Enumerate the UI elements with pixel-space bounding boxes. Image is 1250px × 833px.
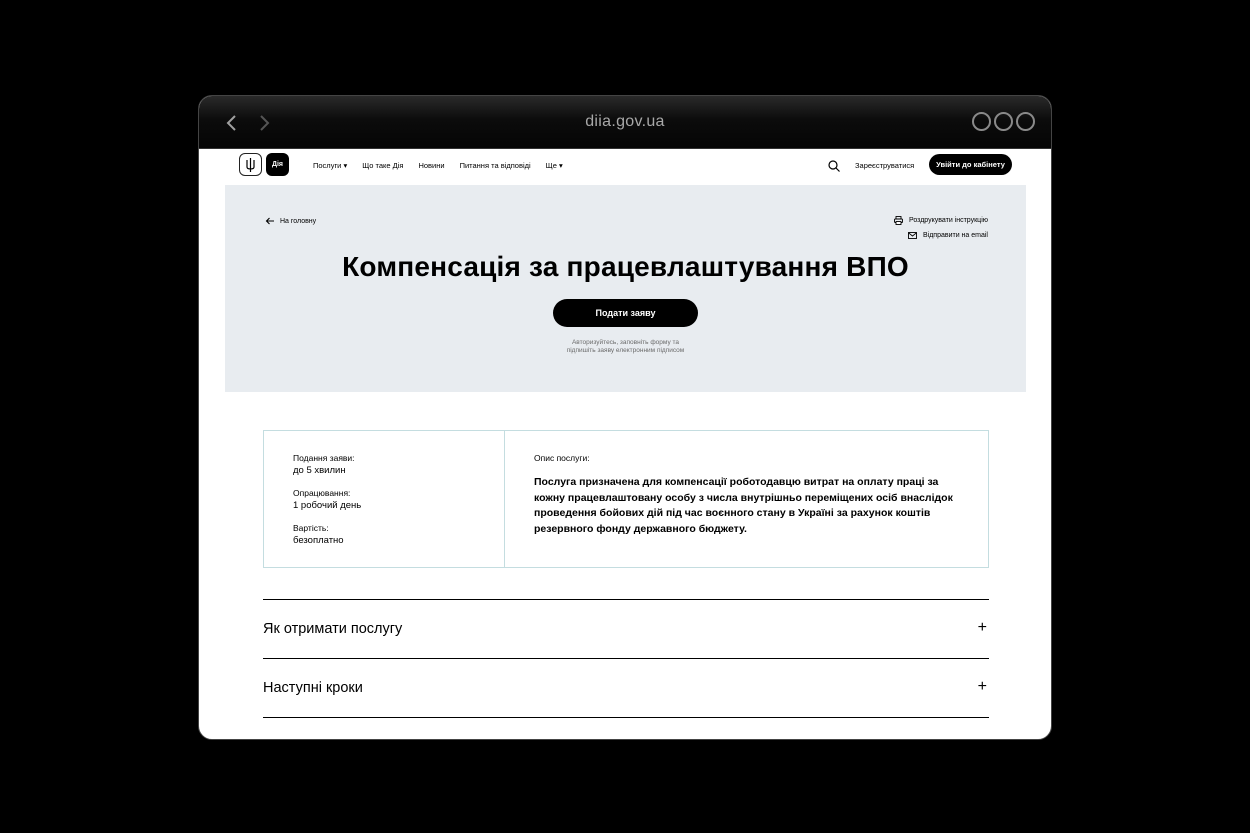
service-description: Опис послуги: Послуга призначена для ком…: [505, 431, 988, 567]
page-title: Компенсація за працевлаштування ВПО: [342, 251, 909, 282]
register-link[interactable]: Зареєструватися: [855, 161, 914, 170]
accordion-title: Наступні кроки: [263, 680, 363, 696]
accordion-title: Як отримати послугу: [263, 621, 403, 637]
apply-hint: Авторизуйтесь, заповніть форму та підпиш…: [225, 339, 1026, 355]
menu-item-faq[interactable]: Питання та відповіді: [460, 161, 531, 170]
hero-section: На головну Роздрукувати інструкцію Відпр…: [225, 185, 1026, 392]
accordion-next-steps[interactable]: Наступні кроки +: [263, 658, 989, 717]
apply-hint-line-2: підпишіть заяву електронним підписом: [566, 347, 685, 354]
window-control-button[interactable]: [994, 112, 1013, 131]
window-controls: [972, 112, 1035, 131]
diia-logo[interactable]: Дія: [266, 153, 289, 176]
envelope-icon: [908, 232, 917, 239]
send-email-link[interactable]: Відправити на email: [894, 228, 988, 243]
service-info-box: Подання заяви: до 5 хвилин Опрацювання: …: [263, 430, 989, 568]
menu-item-news[interactable]: Новини: [418, 161, 444, 170]
printer-icon: [894, 216, 903, 225]
trident-logo-icon[interactable]: [239, 153, 262, 176]
description-text: Послуга призначена для компенсації робот…: [534, 476, 953, 535]
menu-item-about[interactable]: Що таке Дія: [362, 161, 403, 170]
plus-icon[interactable]: +: [978, 620, 987, 636]
accordion-divider: [263, 717, 989, 718]
fact-label: Опрацювання:: [293, 488, 351, 498]
web-page: Дія Послуги ▾ Що таке Дія Новини Питання…: [225, 149, 1026, 739]
fact-value: до 5 хвилин: [293, 465, 346, 476]
address-bar[interactable]: diia.gov.ua: [199, 113, 1051, 131]
site-header: Дія Послуги ▾ Що таке Дія Новини Питання…: [225, 149, 1026, 185]
browser-window: diia.gov.ua Дія Послуги ▾ Що таке Дія Но…: [198, 95, 1052, 740]
login-button[interactable]: Увійти до кабінету: [929, 154, 1012, 175]
hero-actions: Роздрукувати інструкцію Відправити на em…: [894, 213, 988, 243]
back-home-label: На головну: [280, 217, 317, 225]
arrow-left-icon: [265, 217, 274, 225]
print-instruction-link[interactable]: Роздрукувати інструкцію: [894, 213, 988, 228]
plus-icon[interactable]: +: [978, 679, 987, 695]
fact-processing: Опрацювання: 1 робочий день: [293, 488, 504, 512]
description-label: Опис послуги:: [534, 453, 590, 463]
menu-item-more[interactable]: Ще ▾: [546, 161, 563, 170]
fact-label: Вартість:: [293, 523, 329, 533]
send-email-label: Відправити на email: [922, 232, 988, 239]
apply-hint-line-1: Авторизуйтесь, заповніть форму та: [571, 339, 680, 346]
fact-submission: Подання заяви: до 5 хвилин: [293, 453, 504, 477]
browser-titlebar: diia.gov.ua: [199, 96, 1051, 149]
print-instruction-label: Роздрукувати інструкцію: [908, 217, 988, 224]
menu-item-services[interactable]: Послуги ▾: [313, 161, 347, 170]
window-control-button[interactable]: [1016, 112, 1035, 131]
back-home-link[interactable]: На головну: [265, 217, 316, 225]
fact-cost: Вартість: безоплатно: [293, 523, 504, 547]
fact-value: 1 робочий день: [293, 500, 362, 511]
search-icon[interactable]: [827, 159, 841, 173]
accordion-how-to-get[interactable]: Як отримати послугу +: [263, 599, 989, 658]
window-control-button[interactable]: [972, 112, 991, 131]
fact-value: безоплатно: [293, 535, 344, 546]
fact-label: Подання заяви:: [293, 453, 355, 463]
service-facts: Подання заяви: до 5 хвилин Опрацювання: …: [264, 431, 505, 567]
main-menu: Послуги ▾ Що таке Дія Новини Питання та …: [313, 161, 563, 170]
apply-button[interactable]: Подати заяву: [553, 299, 698, 327]
